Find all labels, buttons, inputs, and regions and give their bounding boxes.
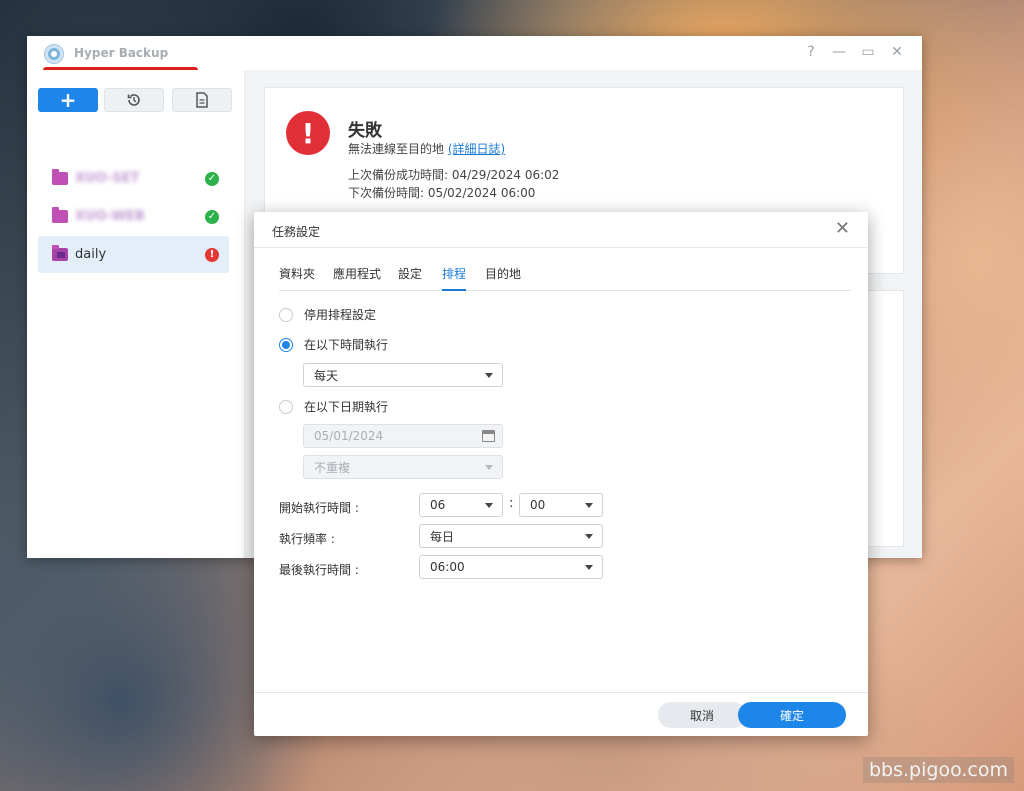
folder-icon — [52, 245, 68, 261]
restore-button[interactable] — [104, 88, 164, 112]
tab-folders[interactable]: 資料夾 — [279, 265, 315, 289]
folder-icon — [52, 207, 68, 223]
task-name: XUO-SET — [75, 171, 140, 186]
success-check-icon: ✓ — [205, 209, 219, 224]
divider — [254, 692, 868, 693]
last-run-time-select[interactable]: 06:00 — [419, 555, 603, 579]
minimize-icon[interactable]: — — [831, 44, 847, 60]
option-disable-schedule[interactable]: 停用排程設定 — [279, 306, 376, 323]
maximize-icon[interactable]: ▭ — [860, 44, 876, 60]
task-item-daily[interactable]: daily ! — [38, 236, 229, 273]
tab-destination[interactable]: 目的地 — [485, 265, 521, 289]
window-title: Hyper Backup — [74, 46, 169, 60]
tab-applications[interactable]: 應用程式 — [333, 265, 381, 289]
select-value: 06:00 — [430, 560, 465, 574]
run-time-select[interactable]: 每天 — [303, 363, 503, 387]
tab-settings[interactable]: 設定 — [398, 265, 422, 289]
ok-button[interactable]: 確定 — [738, 702, 846, 728]
date-value: 05/01/2024 — [314, 429, 384, 443]
chevron-down-icon — [585, 503, 593, 508]
tab-schedule[interactable]: 排程 — [442, 265, 467, 291]
status-description: 無法連線至目的地 (詳細日誌) — [348, 140, 505, 157]
frequency-select[interactable]: 每日 — [419, 524, 603, 548]
hyper-backup-app-icon — [44, 44, 64, 64]
cancel-button[interactable]: 取消 — [658, 702, 746, 728]
task-sidebar: + XUO-SET ✓ XUO-WEB ✓ daily ! — [27, 70, 245, 558]
detailed-log-link[interactable]: (詳細日誌) — [448, 142, 505, 156]
log-button[interactable] — [172, 88, 232, 112]
log-icon — [196, 92, 208, 108]
last-run-time-label: 最後執行時間 : — [279, 563, 359, 577]
task-item-2[interactable]: XUO-WEB ✓ — [38, 198, 229, 235]
window-titlebar[interactable]: Hyper Backup ? — ▭ ✕ — [27, 36, 922, 73]
status-title: 失敗 — [348, 121, 382, 141]
select-value: 每日 — [430, 529, 455, 544]
select-value: 不重複 — [314, 460, 351, 475]
help-icon[interactable]: ? — [803, 44, 819, 60]
watermark: bbs.pigoo.com — [863, 757, 1014, 783]
settings-tabs: 資料夾 應用程式 設定 排程 目的地 — [279, 265, 851, 291]
option-run-on-date[interactable]: 在以下日期執行 — [279, 398, 388, 415]
divider — [254, 247, 868, 248]
select-value: 00 — [530, 498, 546, 512]
chevron-down-icon — [485, 373, 493, 378]
date-field[interactable]: 05/01/2024 — [303, 424, 503, 448]
radio-label: 停用排程設定 — [304, 308, 377, 322]
folder-icon — [52, 169, 68, 185]
start-minute-select[interactable]: 00 — [519, 493, 603, 517]
radio-disable-schedule[interactable] — [279, 307, 293, 322]
option-run-at-time[interactable]: 在以下時間執行 — [279, 336, 388, 353]
dialog-title: 任務設定 — [272, 225, 321, 239]
task-settings-dialog: 任務設定 ✕ 資料夾 應用程式 設定 排程 目的地 停用排程設定 在以下時間執行… — [254, 212, 868, 736]
close-icon[interactable]: ✕ — [889, 44, 905, 60]
task-item-1[interactable]: XUO-SET ✓ — [38, 160, 229, 197]
radio-label: 在以下時間執行 — [304, 338, 389, 352]
start-time-label: 開始執行時間 : — [279, 501, 359, 515]
dialog-close-icon[interactable]: ✕ — [835, 218, 850, 239]
chevron-down-icon — [585, 534, 593, 539]
next-backup-time: 下次備份時間: 05/02/2024 06:00 — [348, 186, 536, 200]
start-hour-select[interactable]: 06 — [419, 493, 503, 517]
add-task-button[interactable]: + — [38, 88, 98, 112]
error-icon: ! — [205, 247, 219, 262]
frequency-label: 執行頻率 : — [279, 532, 335, 546]
failure-icon: ! — [286, 111, 330, 155]
time-separator: : — [509, 496, 514, 511]
last-success-time: 上次備份成功時間: 04/29/2024 06:02 — [348, 168, 560, 182]
status-desc-text: 無法連線至目的地 — [348, 142, 445, 156]
select-value: 06 — [430, 498, 446, 512]
success-check-icon: ✓ — [205, 171, 219, 186]
radio-label: 在以下日期執行 — [304, 400, 389, 414]
chevron-down-icon — [585, 565, 593, 570]
task-name: XUO-WEB — [75, 209, 145, 224]
radio-run-on-date[interactable] — [279, 399, 293, 414]
repeat-select[interactable]: 不重複 — [303, 455, 503, 479]
plus-icon: + — [59, 88, 77, 112]
radio-run-at-time[interactable] — [279, 337, 293, 352]
chevron-down-icon — [485, 465, 493, 470]
chevron-down-icon — [485, 503, 493, 508]
select-value: 每天 — [314, 368, 339, 383]
restore-icon — [127, 94, 140, 106]
calendar-icon[interactable] — [482, 430, 495, 442]
task-name: daily — [75, 247, 107, 262]
